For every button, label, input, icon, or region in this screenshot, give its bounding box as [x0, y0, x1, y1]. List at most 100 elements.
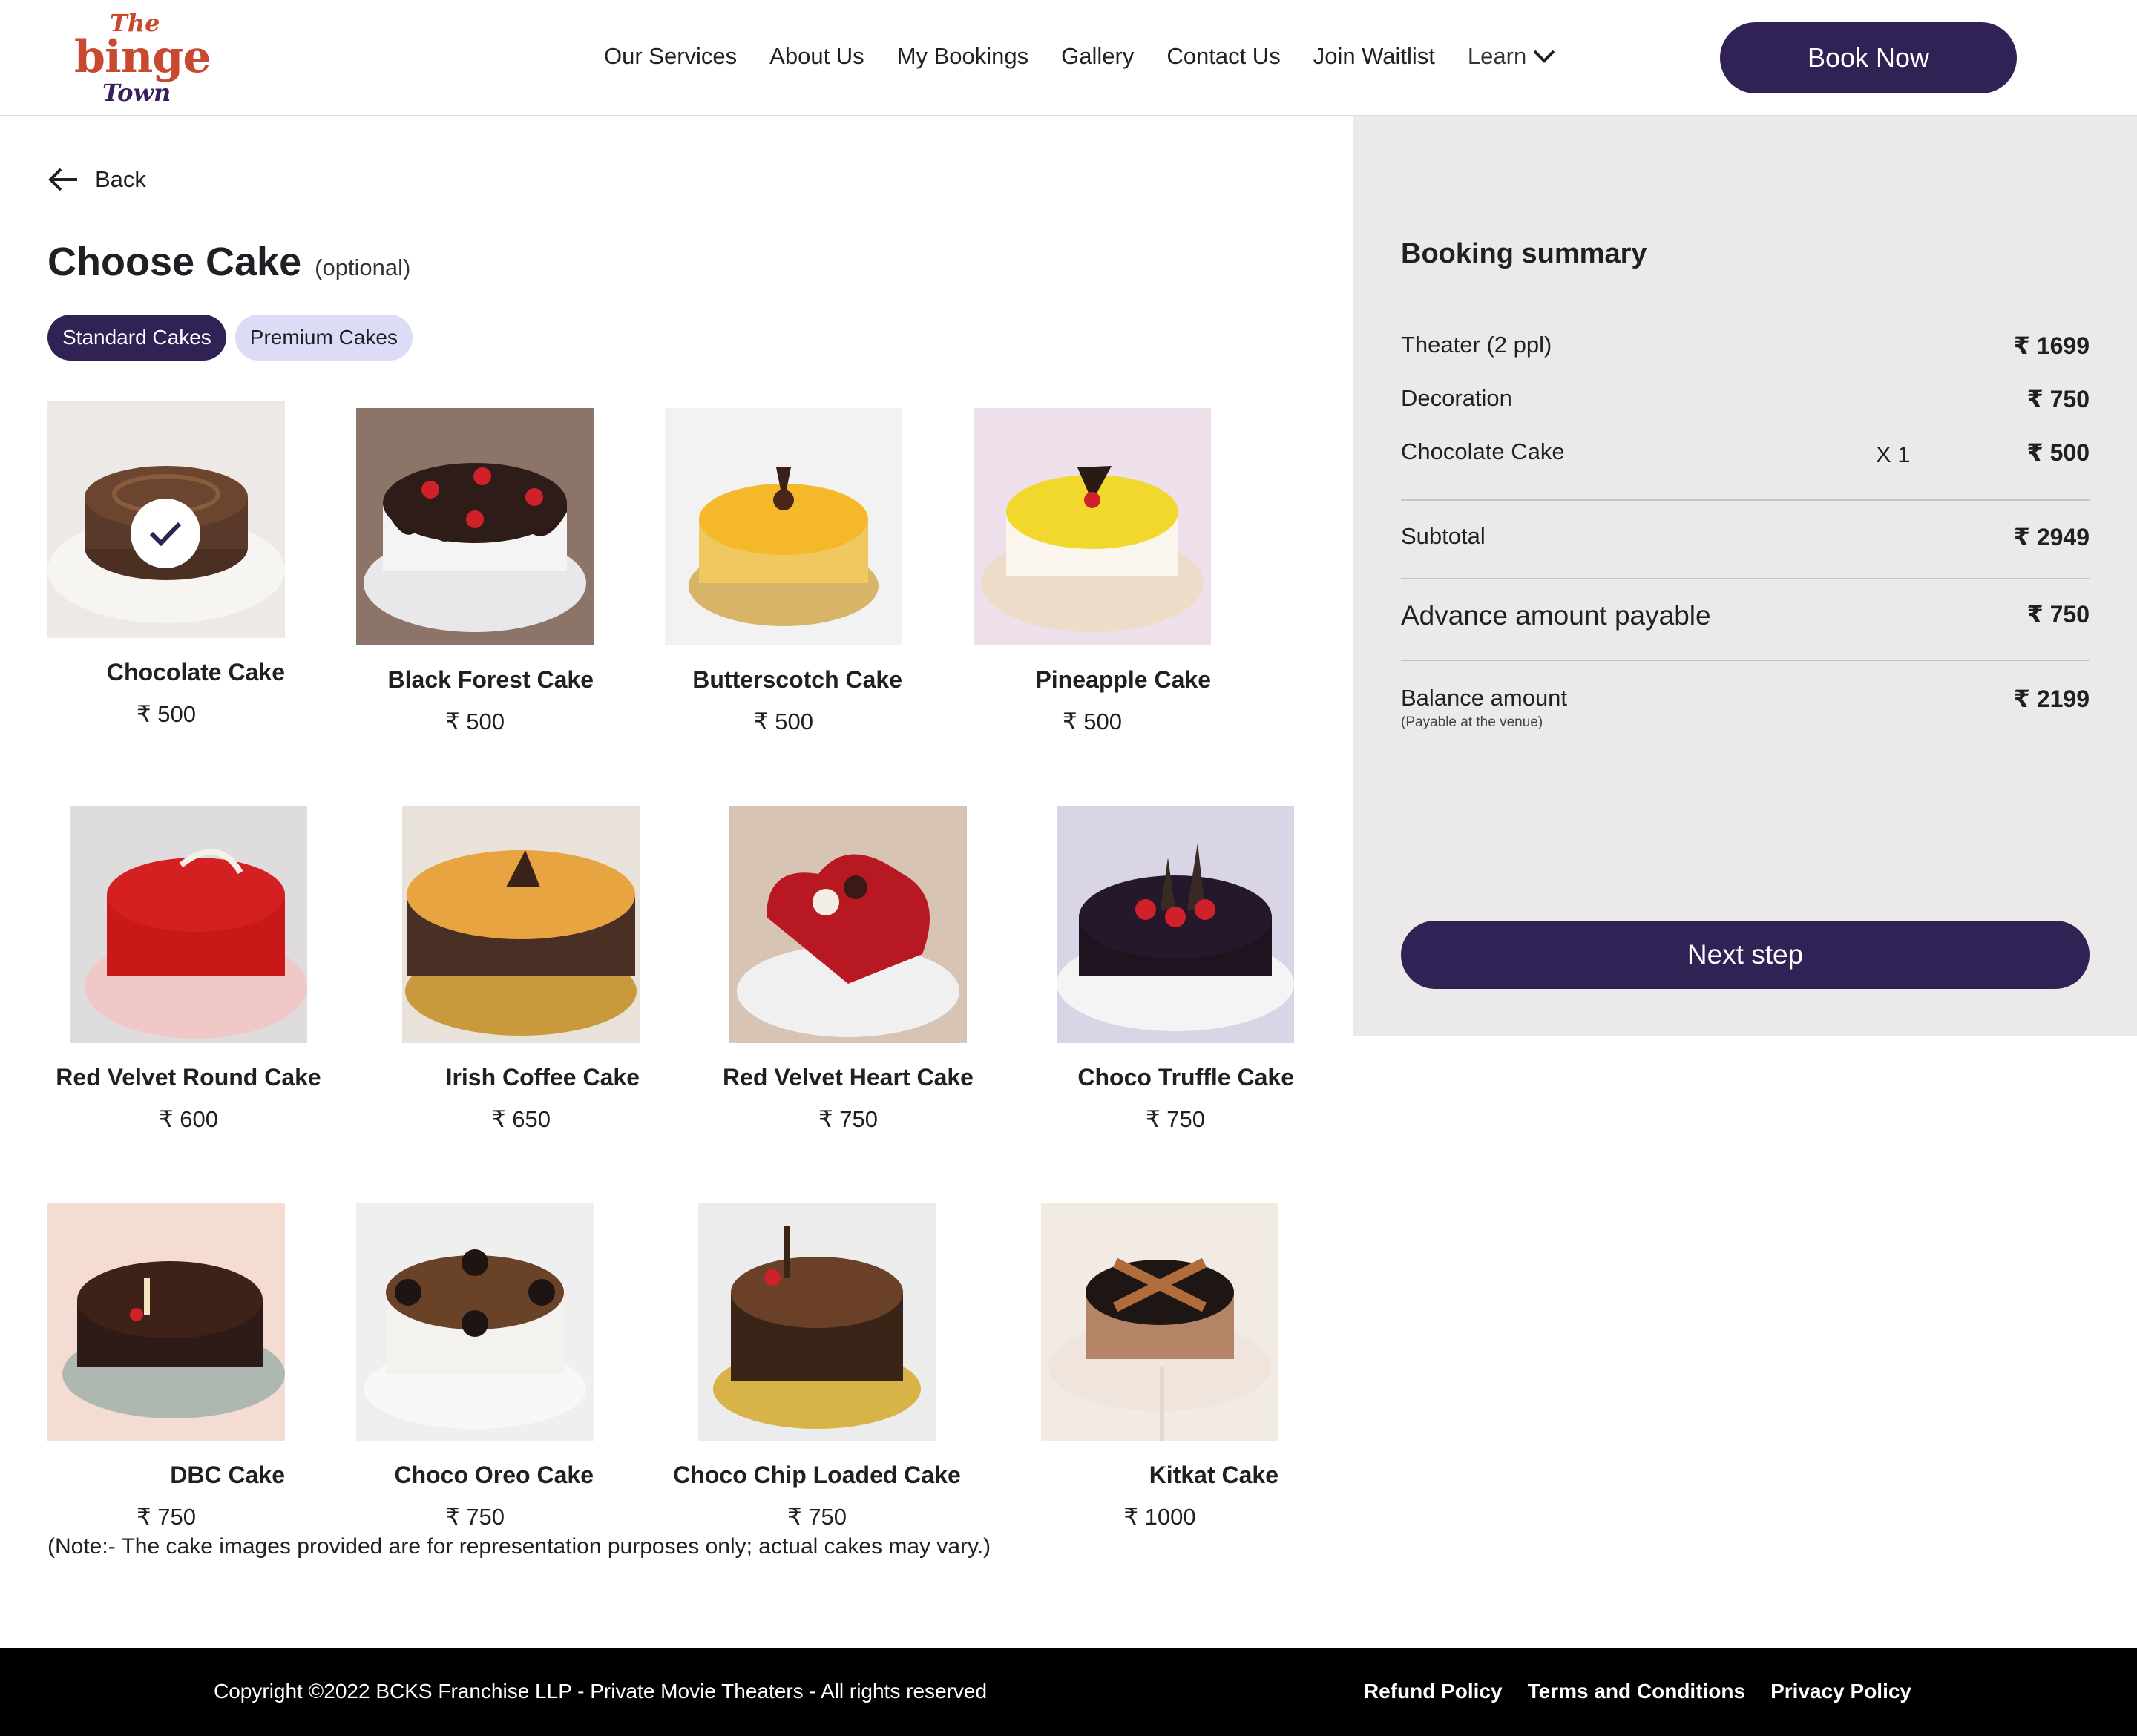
summary-title: Booking summary [1401, 238, 1647, 269]
cake-card[interactable]: Chocolate Cake ₹ 500 [47, 401, 285, 728]
cake-card[interactable]: Irish Coffee Cake ₹ 650 [402, 806, 640, 1133]
cake-image[interactable] [1057, 806, 1294, 1043]
nav-contact-us[interactable]: Contact Us [1166, 43, 1280, 70]
cake-price: ₹ 500 [753, 708, 814, 734]
page-heading: Choose Cake (optional) [47, 239, 410, 285]
summary-row-cake: Chocolate Cake X 1 ₹ 500 [1401, 438, 2090, 467]
cake-image[interactable] [402, 806, 640, 1043]
cake-card[interactable]: Butterscotch Cake ₹ 500 [665, 408, 902, 735]
cake-card[interactable]: Kitkat Cake ₹ 1000 [1041, 1203, 1278, 1530]
summary-row-theater: Theater (2 ppl) ₹ 1699 [1401, 332, 2090, 359]
cake-image[interactable] [47, 1203, 285, 1441]
book-now-button[interactable]: Book Now [1720, 22, 2017, 93]
cake-card[interactable]: Choco Chip Loaded Cake ₹ 750 [673, 1203, 961, 1530]
nav-gallery[interactable]: Gallery [1061, 43, 1134, 70]
cake-name: Pineapple Cake [1035, 666, 1211, 693]
cake-price: ₹ 500 [444, 708, 505, 734]
footer-link-refund-policy[interactable]: Refund Policy [1364, 1680, 1503, 1703]
cake-card[interactable]: Red Velvet Round Cake ₹ 600 [56, 806, 321, 1133]
site-footer: Copyright ©2022 BCKS Franchise LLP - Pri… [0, 1648, 2137, 1736]
cake-card[interactable]: Choco Oreo Cake ₹ 750 [356, 1203, 594, 1530]
summary-divider [1401, 660, 2090, 661]
balance-note: (Payable at the venue) [1401, 714, 1543, 730]
cake-price: ₹ 750 [136, 1504, 197, 1530]
cake-image[interactable] [974, 408, 1211, 645]
cake-card[interactable]: Pineapple Cake ₹ 500 [974, 408, 1211, 735]
tab-premium-cakes[interactable]: Premium Cakes [234, 315, 413, 361]
cake-name: DBC Cake [170, 1462, 285, 1488]
summary-item-amount: ₹ 750 [2026, 386, 2090, 412]
copyright-text: Copyright ©2022 BCKS Franchise LLP - Pri… [214, 1680, 988, 1703]
binge-town-logo[interactable]: The binge Town [71, 9, 211, 109]
summary-item-amount: ₹ 1699 [2013, 332, 2090, 359]
cake-name: Irish Coffee Cake [445, 1064, 640, 1091]
cake-price: ₹ 600 [158, 1106, 219, 1132]
footer-link-privacy-policy[interactable]: Privacy Policy [1770, 1680, 1911, 1703]
summary-row-balance: Balance amount (Payable at the venue) ₹ … [1401, 685, 2090, 731]
summary-item-label: Theater (2 ppl) [1401, 332, 1552, 358]
logo-line-2: binge [74, 31, 211, 83]
cake-card[interactable]: Choco Truffle Cake ₹ 750 [1057, 806, 1294, 1133]
arrow-left-icon [48, 168, 77, 191]
cake-image[interactable] [665, 408, 902, 645]
cake-name: Chocolate Cake [106, 659, 285, 685]
subtotal-amount: ₹ 2949 [2013, 524, 2090, 550]
nav-about-us[interactable]: About Us [769, 43, 864, 70]
site-header: The binge Town Our Services About Us My … [0, 0, 2137, 116]
cake-image-disclaimer: (Note:- The cake images provided are for… [47, 1534, 991, 1559]
cake-image[interactable] [356, 408, 594, 645]
cake-name: Kitkat Cake [1149, 1462, 1278, 1488]
back-label: Back [95, 166, 146, 192]
summary-item-label: Decoration [1401, 385, 1512, 411]
summary-row-decoration: Decoration ₹ 750 [1401, 385, 2090, 412]
nav-join-waitlist[interactable]: Join Waitlist [1313, 43, 1435, 70]
chevron-down-icon [1533, 50, 1555, 63]
summary-divider [1401, 578, 2090, 579]
cake-price: ₹ 750 [1145, 1106, 1206, 1132]
balance-label: Balance amount [1401, 685, 1568, 711]
cake-name: Red Velvet Heart Cake [723, 1064, 974, 1091]
cake-price: ₹ 1000 [1123, 1504, 1196, 1530]
cake-card[interactable]: Red Velvet Heart Cake ₹ 750 [723, 806, 974, 1133]
booking-summary-panel: Booking summary Theater (2 ppl) ₹ 1699 D… [1353, 116, 2137, 1036]
cake-image[interactable] [729, 806, 967, 1043]
summary-item-label: Chocolate Cake [1401, 438, 1565, 464]
cake-name: Red Velvet Round Cake [56, 1064, 321, 1091]
subtotal-label: Subtotal [1401, 523, 1486, 549]
footer-link-terms[interactable]: Terms and Conditions [1528, 1680, 1746, 1703]
tab-standard-cakes[interactable]: Standard Cakes [47, 315, 226, 361]
cake-card[interactable]: Black Forest Cake ₹ 500 [356, 408, 594, 735]
nav-learn-label: Learn [1467, 43, 1527, 69]
summary-item-quantity: X 1 [1876, 441, 1911, 467]
cake-image[interactable] [70, 806, 307, 1043]
cake-price: ₹ 750 [818, 1106, 879, 1132]
page-title: Choose Cake [47, 240, 302, 284]
logo-line-3: Town [102, 79, 171, 107]
summary-row-subtotal: Subtotal ₹ 2949 [1401, 523, 2090, 550]
selected-check-icon [131, 499, 200, 568]
summary-item-amount: ₹ 500 [2026, 439, 2090, 466]
cake-image[interactable] [698, 1203, 936, 1441]
nav-learn-dropdown[interactable]: Learn [1468, 43, 1556, 70]
cake-name: Black Forest Cake [387, 666, 594, 693]
summary-row-advance: Advance amount payable ₹ 750 [1401, 600, 2090, 631]
nav-my-bookings[interactable]: My Bookings [897, 43, 1028, 70]
advance-label: Advance amount payable [1401, 600, 1711, 631]
cake-price: ₹ 750 [787, 1504, 847, 1530]
cake-name: Choco Truffle Cake [1077, 1064, 1294, 1091]
cake-image[interactable] [356, 1203, 594, 1441]
cake-image[interactable] [47, 401, 285, 638]
main-nav: Our Services About Us My Bookings Galler… [604, 42, 1556, 71]
cake-price: ₹ 650 [490, 1106, 551, 1132]
back-link[interactable]: Back [47, 166, 146, 193]
balance-amount: ₹ 2199 [2013, 685, 2090, 712]
cake-name: Choco Chip Loaded Cake [673, 1462, 961, 1488]
cake-price: ₹ 500 [1062, 708, 1123, 734]
footer-links: Refund Policy Terms and Conditions Priva… [1339, 1680, 1911, 1703]
cake-price: ₹ 750 [444, 1504, 505, 1530]
nav-our-services[interactable]: Our Services [604, 43, 737, 70]
next-step-button[interactable]: Next step [1401, 921, 2090, 989]
cake-price: ₹ 500 [136, 701, 197, 727]
cake-image[interactable] [1041, 1203, 1278, 1441]
cake-card[interactable]: DBC Cake ₹ 750 [47, 1203, 285, 1530]
